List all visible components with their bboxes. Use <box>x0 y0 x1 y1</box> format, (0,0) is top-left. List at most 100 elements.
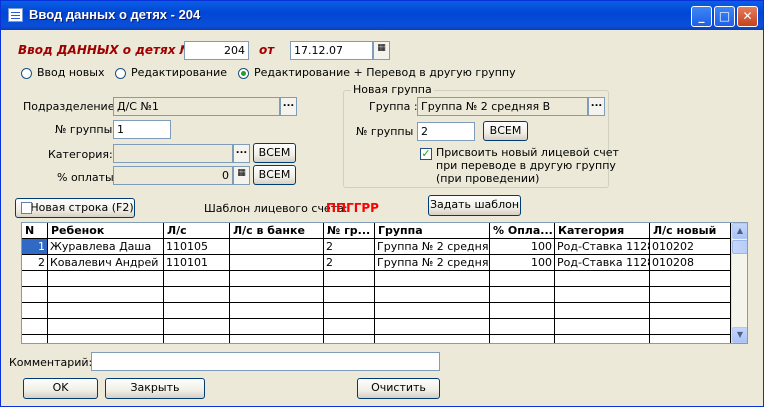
children-table[interactable]: N Ребенок Л/с Л/с в банке № гр... Группа% Опл… <box>21 222 748 344</box>
table-cell[interactable] <box>555 319 650 335</box>
table-cell[interactable] <box>490 319 555 335</box>
table-cell[interactable]: 100 <box>490 239 555 255</box>
table-cell[interactable] <box>230 319 324 335</box>
table-cell[interactable] <box>48 335 164 343</box>
table-cell[interactable]: Журавлева Даша <box>48 239 164 255</box>
table-cell[interactable] <box>324 319 375 335</box>
table-cell[interactable] <box>22 271 48 287</box>
table-header-cell[interactable]: № гр... <box>324 223 375 239</box>
table-cell[interactable] <box>650 287 731 303</box>
scroll-up-icon[interactable]: ▲ <box>732 223 747 239</box>
table-cell[interactable]: 2 <box>22 255 48 271</box>
table-cell[interactable] <box>375 287 490 303</box>
table-cell[interactable] <box>650 303 731 319</box>
table-cell[interactable] <box>555 271 650 287</box>
radio-edit[interactable] <box>115 68 126 79</box>
new-group-browse-button[interactable]: ... <box>588 97 605 116</box>
set-template-button[interactable]: Задать шаблон <box>428 195 521 216</box>
table-header-cell[interactable]: Л/с <box>164 223 230 239</box>
table-cell[interactable] <box>22 287 48 303</box>
close-button[interactable]: ✕ <box>737 6 758 27</box>
group-number-field[interactable]: 1 <box>113 120 171 139</box>
table-cell[interactable] <box>650 319 731 335</box>
table-cell[interactable] <box>164 335 230 343</box>
table-cell[interactable] <box>230 335 324 343</box>
table-cell[interactable] <box>324 287 375 303</box>
table-cell[interactable] <box>555 335 650 343</box>
table-cell[interactable]: 2 <box>324 255 375 271</box>
table-cell[interactable] <box>375 319 490 335</box>
table-cell[interactable] <box>230 287 324 303</box>
division-field[interactable]: Д/С №1 <box>113 97 280 116</box>
table-cell[interactable] <box>22 319 48 335</box>
table-cell[interactable] <box>490 335 555 343</box>
table-header-cell[interactable]: Л/с новый <box>650 223 731 239</box>
table-cell[interactable] <box>324 271 375 287</box>
calendar-icon[interactable]: ▦ <box>373 41 390 60</box>
calculator-icon[interactable]: ▦ <box>233 166 250 185</box>
table-header-cell[interactable]: N <box>22 223 48 239</box>
table-cell[interactable] <box>375 303 490 319</box>
payment-all-button[interactable]: ВСЕМ <box>253 165 296 185</box>
title-bar[interactable]: Ввод данных о детях - 204 _ □ ✕ <box>1 1 763 30</box>
table-header-cell[interactable]: Л/с в банке <box>230 223 324 239</box>
assign-account-checkbox[interactable]: ✓ <box>420 148 432 160</box>
table-cell[interactable]: 110101 <box>164 255 230 271</box>
table-scrollbar[interactable]: ▲ ▼ <box>731 223 747 343</box>
scroll-down-icon[interactable]: ▼ <box>732 327 747 343</box>
category-browse-button[interactable]: ... <box>233 144 250 163</box>
new-row-button[interactable]: Новая строка (F2) <box>15 198 135 218</box>
table-cell[interactable]: 2 <box>324 239 375 255</box>
clear-button[interactable]: Очистить <box>357 378 440 399</box>
table-cell[interactable] <box>375 271 490 287</box>
table-cell[interactable] <box>230 271 324 287</box>
table-cell[interactable]: Род-Ставка 1128 <box>555 255 650 271</box>
ok-button[interactable]: OK <box>23 378 98 399</box>
table-cell[interactable]: 100 <box>490 255 555 271</box>
table-header-cell[interactable]: % Опла... <box>490 223 555 239</box>
table-cell[interactable] <box>555 303 650 319</box>
document-date-field[interactable]: 17.12.07 <box>290 41 373 60</box>
table-header-cell[interactable]: Группа <box>375 223 490 239</box>
table-cell[interactable] <box>48 271 164 287</box>
table-cell[interactable]: Ковалевич Андрей <box>48 255 164 271</box>
table-cell[interactable] <box>230 303 324 319</box>
division-browse-button[interactable]: ... <box>280 97 297 116</box>
table-cell[interactable] <box>164 303 230 319</box>
table-cell[interactable]: 110105 <box>164 239 230 255</box>
table-cell[interactable] <box>22 303 48 319</box>
table-cell[interactable] <box>490 271 555 287</box>
table-cell[interactable] <box>230 239 324 255</box>
table-cell[interactable] <box>164 271 230 287</box>
table-cell[interactable] <box>48 287 164 303</box>
category-all-button[interactable]: ВСЕМ <box>253 143 296 163</box>
table-cell[interactable] <box>48 303 164 319</box>
new-group-field[interactable]: Группа № 2 средняя В <box>417 97 588 116</box>
new-group-number-field[interactable]: 2 <box>417 122 475 141</box>
table-cell[interactable] <box>164 319 230 335</box>
table-cell[interactable]: Группа № 2 средняя <box>375 255 490 271</box>
table-cell[interactable] <box>164 287 230 303</box>
maximize-button[interactable]: □ <box>714 6 735 27</box>
table-cell[interactable] <box>375 335 490 343</box>
table-header-cell[interactable]: Ребенок <box>48 223 164 239</box>
table-header-cell[interactable]: Категория <box>555 223 650 239</box>
minimize-button[interactable]: _ <box>691 6 712 27</box>
table-cell[interactable] <box>555 287 650 303</box>
table-cell[interactable] <box>650 335 731 343</box>
table-cell[interactable] <box>490 287 555 303</box>
table-cell[interactable]: Группа № 2 средняя <box>375 239 490 255</box>
close-dialog-button[interactable]: Закрыть <box>105 378 205 399</box>
table-cell[interactable] <box>22 335 48 343</box>
new-group-all-button[interactable]: ВСЕМ <box>483 121 528 141</box>
comment-field[interactable] <box>91 352 440 371</box>
table-cell[interactable] <box>490 303 555 319</box>
table-cell[interactable]: 010208 <box>650 255 731 271</box>
document-number-field[interactable]: 204 <box>184 41 249 60</box>
table-cell[interactable]: Род-Ставка 1128 <box>555 239 650 255</box>
table-cell[interactable] <box>650 271 731 287</box>
scroll-thumb[interactable] <box>732 240 747 254</box>
table-cell[interactable] <box>324 303 375 319</box>
table-cell[interactable]: 010202 <box>650 239 731 255</box>
table-cell[interactable] <box>48 319 164 335</box>
